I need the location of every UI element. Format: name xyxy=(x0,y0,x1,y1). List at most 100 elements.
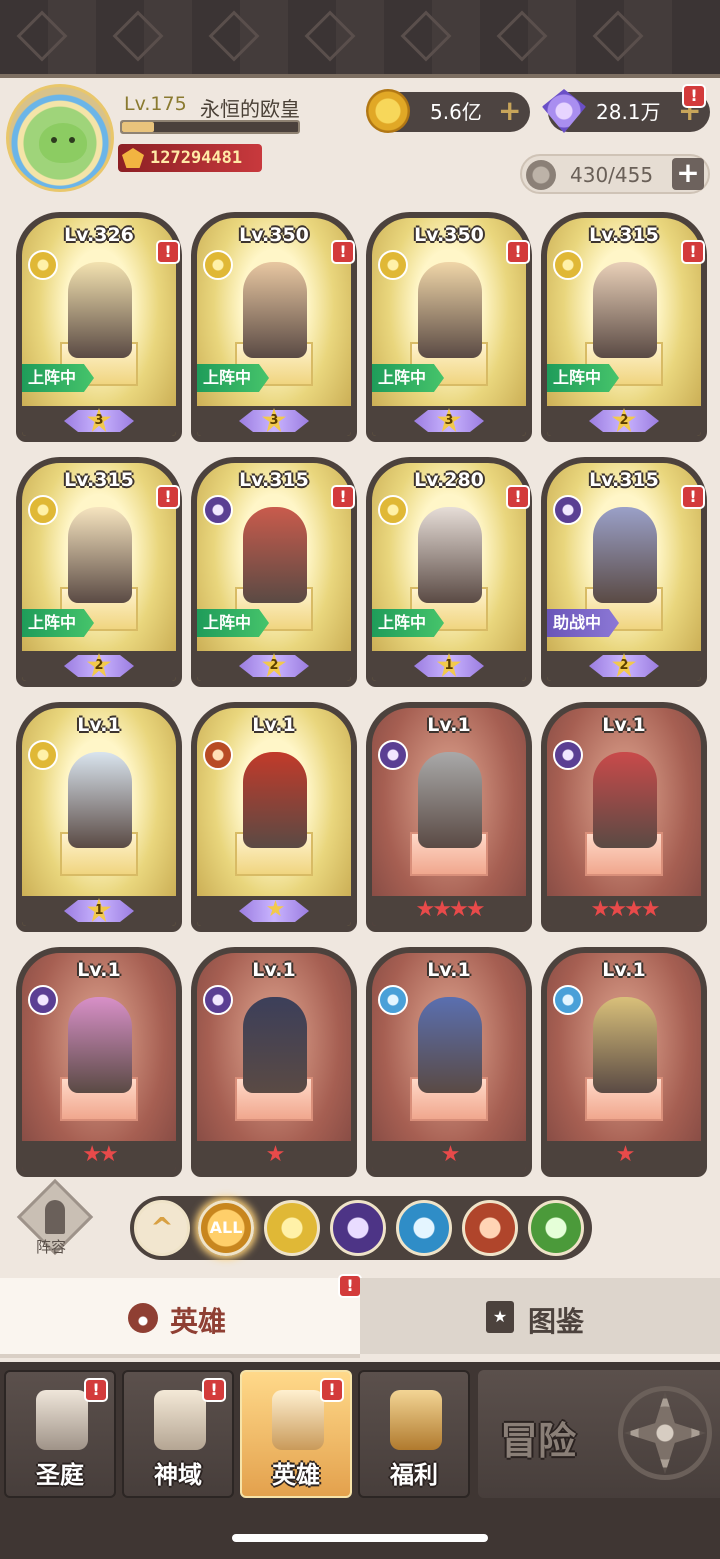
heroes-nav-alert-badge: ! xyxy=(320,1378,344,1402)
hero-level: Lv.280 xyxy=(414,469,484,491)
hero-card[interactable]: Lv.1 ★ xyxy=(191,702,357,932)
band-ornament xyxy=(496,10,548,62)
hero-rank-footer: ★★★★ xyxy=(547,896,701,926)
hero-card[interactable]: Lv.1 ★★★★ xyxy=(541,702,707,932)
hero-sprite xyxy=(418,507,482,603)
hero-card[interactable]: Lv.1 ★ xyxy=(191,947,357,1177)
hero-card[interactable]: Lv.1 ★ xyxy=(541,947,707,1177)
hero-stars: ★★★★ xyxy=(415,897,486,922)
lineup-button[interactable]: 阵容 xyxy=(16,1178,94,1260)
hero-sprite xyxy=(593,262,657,358)
exp-bar-fill xyxy=(122,122,154,132)
hero-alert-badge: ! xyxy=(681,485,705,509)
player-avatar[interactable] xyxy=(6,84,114,192)
hero-level: Lv.1 xyxy=(252,714,296,736)
expand-roster-button[interactable]: + xyxy=(672,158,704,190)
filter-light-icon[interactable] xyxy=(264,1200,320,1256)
filter-fire-icon[interactable] xyxy=(462,1200,518,1256)
hero-sprite xyxy=(243,997,307,1093)
element-dark-icon xyxy=(553,740,583,770)
element-light-icon xyxy=(28,495,58,525)
hero-status-tag: 上阵中 xyxy=(22,364,95,392)
combat-power: 127294481 xyxy=(118,144,262,172)
exp-bar xyxy=(120,120,300,134)
home-indicator[interactable] xyxy=(232,1534,488,1542)
add-gold-button[interactable]: + xyxy=(498,97,521,125)
power-icon xyxy=(122,148,144,168)
combat-power-value: 127294481 xyxy=(150,148,243,168)
hero-alert-badge: ! xyxy=(156,485,180,509)
hero-level: Lv.1 xyxy=(602,714,646,736)
nav-heroes-label: 英雄 xyxy=(272,1461,320,1489)
hero-rank-footer: ★ xyxy=(547,1141,701,1171)
sort-toggle-button[interactable]: ^ xyxy=(134,1200,190,1256)
treasure-chest-icon xyxy=(390,1390,442,1450)
element-fire-icon xyxy=(203,740,233,770)
hero-card[interactable]: Lv.1 ★★★★ xyxy=(366,702,532,932)
element-light-icon xyxy=(378,250,408,280)
band-ornament xyxy=(16,10,68,62)
hero-sprite xyxy=(68,262,132,358)
hero-sprite xyxy=(418,997,482,1093)
band-ornament xyxy=(400,10,452,62)
hero-sprite xyxy=(243,752,307,848)
hero-rank-footer: ★ xyxy=(372,1141,526,1171)
hero-sprite xyxy=(593,752,657,848)
castle-icon xyxy=(36,1390,88,1450)
tab-codex-label: 图鉴 xyxy=(528,1305,585,1338)
element-dark-icon xyxy=(203,495,233,525)
filter-all-button[interactable]: ALL xyxy=(198,1200,254,1256)
hero-level: Lv.1 xyxy=(252,959,296,981)
nav-welfare[interactable]: 福利 xyxy=(358,1370,470,1498)
hero-level: Lv.1 xyxy=(427,959,471,981)
diamond-icon xyxy=(542,89,586,133)
domain-alert-badge: ! xyxy=(202,1378,226,1402)
hero-alert-badge: ! xyxy=(331,485,355,509)
hero-stars: ★ xyxy=(615,1142,636,1167)
crystal-altar-icon xyxy=(154,1390,206,1450)
hero-level: Lv.315 xyxy=(239,469,309,491)
hero-card[interactable]: Lv.1 1 xyxy=(16,702,182,932)
hero-status-tag: 上阵中 xyxy=(547,364,620,392)
hero-status-tag: 上阵中 xyxy=(372,364,445,392)
hero-sprite xyxy=(243,262,307,358)
element-ice-icon xyxy=(378,985,408,1015)
filter-dark-icon[interactable] xyxy=(330,1200,386,1256)
hero-alert-badge: ! xyxy=(156,240,180,264)
hero-level: Lv.326 xyxy=(64,224,134,246)
element-dark-icon xyxy=(203,985,233,1015)
nav-domain-label: 神域 xyxy=(154,1461,202,1489)
player-name: 永恒的欧皇 xyxy=(200,97,300,121)
tab-codex[interactable]: ★ 图鉴 xyxy=(360,1278,720,1354)
hero-rank-footer: ★ xyxy=(197,896,351,926)
hero-card[interactable]: Lv.1 ★ xyxy=(366,947,532,1177)
filter-nature-icon[interactable] xyxy=(528,1200,584,1256)
element-light-icon xyxy=(203,250,233,280)
hero-tab-icon xyxy=(128,1303,158,1333)
element-dark-icon xyxy=(553,495,583,525)
hero-card[interactable]: Lv.1 ★★ xyxy=(16,947,182,1177)
hero-sprite xyxy=(68,507,132,603)
hero-rank-footer: 2 xyxy=(197,651,351,681)
hero-rank-footer: 3 xyxy=(22,406,176,436)
hero-level: Lv.1 xyxy=(427,714,471,736)
avatar-slime-image xyxy=(39,123,87,163)
hero-status-tag: 上阵中 xyxy=(22,609,95,637)
nav-adventure[interactable]: 冒险 xyxy=(478,1370,720,1498)
tab-heroes[interactable]: 英雄 xyxy=(0,1278,360,1358)
hero-stars: ★ xyxy=(440,1142,461,1167)
hero-sprite xyxy=(418,262,482,358)
hero-sprite xyxy=(68,752,132,848)
hero-alert-badge: ! xyxy=(506,240,530,264)
hero-stars: ★★ xyxy=(82,1142,118,1167)
gold-currency: 5.6亿 + xyxy=(366,89,530,133)
element-light-icon xyxy=(28,740,58,770)
hero-level: Lv.350 xyxy=(414,224,484,246)
hero-stars: ★ xyxy=(265,897,286,922)
hero-alert-badge: ! xyxy=(331,240,355,264)
hero-level: Lv.1 xyxy=(602,959,646,981)
element-light-icon xyxy=(378,495,408,525)
filter-ice-icon[interactable] xyxy=(396,1200,452,1256)
lineup-label: 阵容 xyxy=(36,1238,67,1256)
band-ornament xyxy=(112,10,164,62)
